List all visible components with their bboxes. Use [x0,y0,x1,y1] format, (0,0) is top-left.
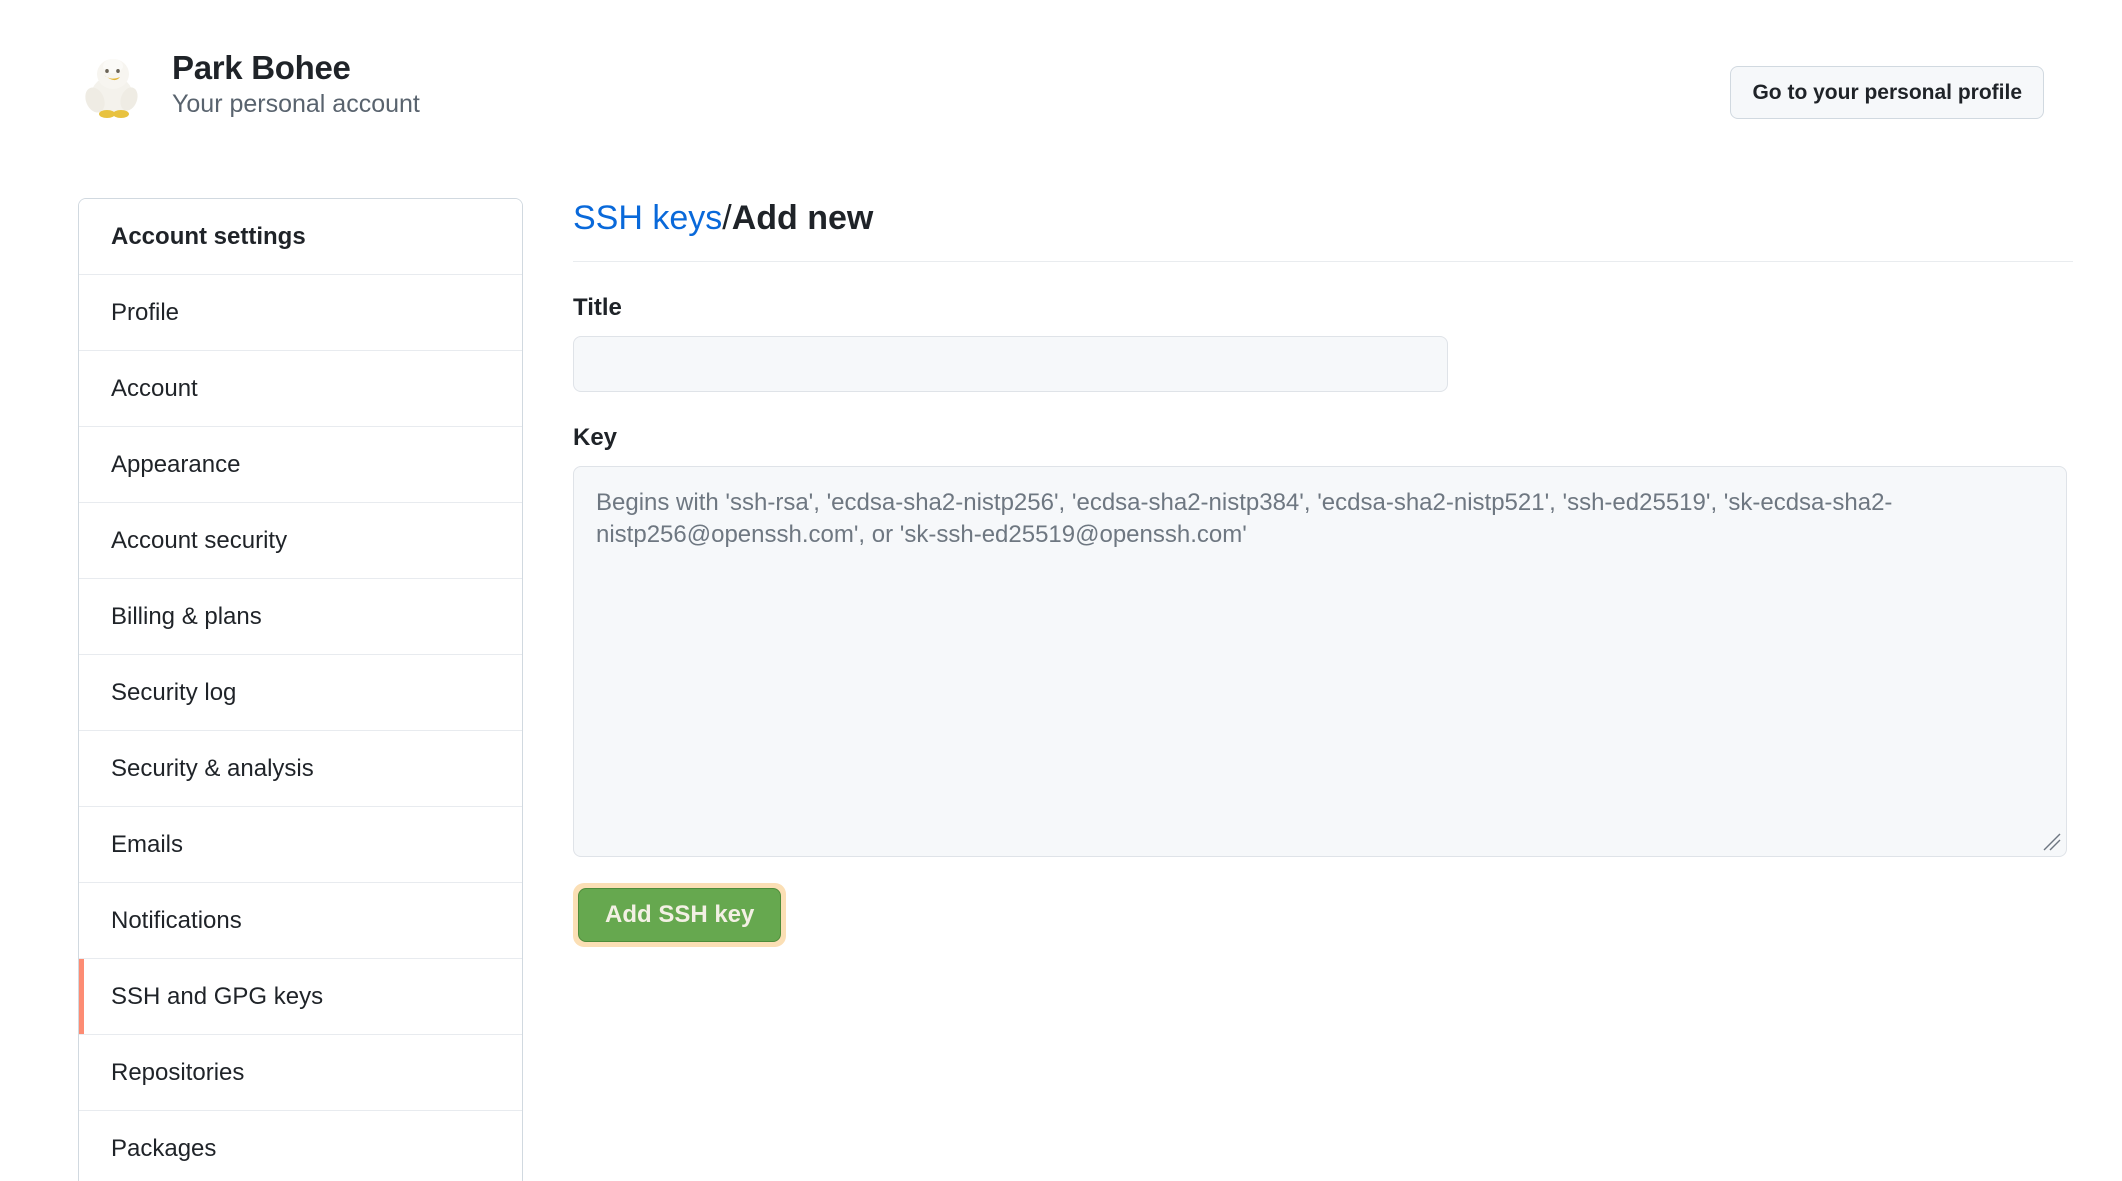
sidebar-item-account-security[interactable]: Account security [79,503,522,579]
page-title: SSH keys/Add new [573,198,2094,261]
plush-duck-avatar-icon[interactable] [78,48,150,120]
sidebar-item-label: Appearance [111,450,241,478]
sidebar-item-profile[interactable]: Profile [79,275,522,351]
sidebar-item-label: Emails [111,830,184,858]
sidebar-item-label: Account settings [111,222,306,250]
go-to-personal-profile-button[interactable]: Go to your personal profile [1730,66,2044,119]
sidebar-item-label: Profile [111,298,180,326]
breadcrumb-ssh-keys-link[interactable]: SSH keys [573,199,722,237]
sidebar-item-label: Security log [111,678,237,706]
sidebar-item-emails[interactable]: Emails [79,807,522,883]
sidebar-item-ssh-and-gpg-keys[interactable]: SSH and GPG keys [79,959,522,1035]
key-label: Key [573,423,618,451]
key-field-group: Key [573,424,2094,857]
sidebar-item-label: Security & analysis [111,754,314,782]
sidebar-item-label: Billing & plans [111,602,262,630]
settings-sidebar: Account settings Profile Account Appearance… [78,198,523,1181]
account-identity: Park Bohee Your personal account [78,48,420,120]
sidebar-item-label: Notifications [111,906,242,934]
sidebar-item-label: Packages [111,1135,217,1162]
sidebar-item-billing-plans[interactable]: Billing & plans [79,579,522,655]
submit-focus-ring: Add SSH key [573,882,787,947]
breadcrumb-separator: / [722,199,732,237]
title-input[interactable] [573,335,1448,392]
sidebar-item-repositories[interactable]: Repositories [79,1035,522,1111]
main-content: SSH keys/Add new Title Key Add SSH key [573,198,2094,947]
sidebar-item-label: Account [111,374,198,402]
page-header: Park Bohee Your personal account Go to y… [78,48,2044,134]
breadcrumb-current: Add new [731,199,874,237]
sidebar-item-security-log[interactable]: Security log [79,655,522,731]
account-name: Park Bohee [172,48,351,86]
submit-row: Add SSH key [573,882,2094,947]
sidebar-item-appearance[interactable]: Appearance [79,427,522,503]
key-textarea[interactable] [573,465,2067,857]
sidebar-item-label: SSH and GPG keys [111,982,324,1010]
add-ssh-key-button[interactable]: Add SSH key [578,887,782,942]
title-field-group: Title [573,294,2094,392]
title-label: Title [573,293,622,321]
settings-page: Park Bohee Your personal account Go to y… [0,0,2122,1181]
sidebar-item-label: Repositories [111,1058,245,1086]
account-subtitle: Your personal account [172,90,420,119]
identity-text: Park Bohee Your personal account [172,49,420,120]
sidebar-item-packages[interactable]: Packages [79,1111,522,1181]
title-divider [573,260,2073,262]
sidebar-item-account[interactable]: Account [79,351,522,427]
sidebar-heading-account-settings: Account settings [79,199,522,275]
key-textarea-wrapper [573,465,2067,857]
sidebar-item-notifications[interactable]: Notifications [79,883,522,959]
sidebar-item-label: Account security [111,526,288,554]
sidebar-item-security-analysis[interactable]: Security & analysis [79,731,522,807]
